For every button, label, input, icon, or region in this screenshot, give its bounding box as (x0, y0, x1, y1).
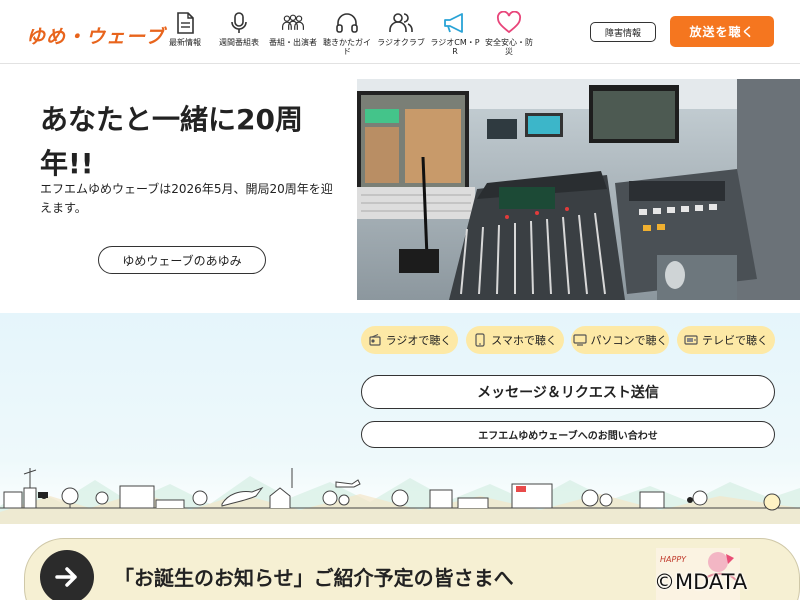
hero-title: あなたと一緒に20周年!! (40, 103, 303, 180)
nav-item-guide[interactable]: 聴きかたガイド (320, 10, 374, 56)
listen-broadcast-button[interactable]: 放送を聴く (670, 16, 774, 47)
hero-description: エフエムゆめウェーブは2026年5月、開局20周年を迎えます。 (40, 182, 333, 215)
monitor-icon (572, 333, 587, 347)
nav-item-cm[interactable]: ラジオCM・PR (428, 10, 482, 56)
nav-item-label: 週間番組表 (219, 38, 259, 47)
nav-item-label: 番組・出演者 (269, 38, 317, 47)
heart-icon (496, 10, 522, 36)
microphone-icon (226, 10, 252, 36)
listen-radio-button[interactable]: ラジオで聴く (361, 326, 458, 354)
studio-photo (357, 79, 800, 300)
banner-thumb-text: HAPPY (660, 555, 687, 564)
nav-item-programs[interactable]: 番組・出演者 (266, 10, 320, 56)
arrow-right-icon[interactable] (40, 550, 94, 600)
accessibility-info-button[interactable]: 障害情報 (590, 22, 656, 42)
listen-tv-button[interactable]: テレビで聴く (677, 326, 775, 354)
pill-label: スマホで聴く (491, 334, 557, 347)
nav-item-safety[interactable]: 安全安心・防災 (482, 10, 536, 56)
nav-item-schedule[interactable]: 週間番組表 (212, 10, 266, 56)
town-illustration (0, 458, 800, 524)
people-icon (280, 10, 306, 36)
banner-title[interactable]: 「お誕生のお知らせ」ご紹介予定の皆さまへ (114, 562, 514, 591)
nav-item-label: 最新情報 (169, 38, 201, 47)
nav-item-news[interactable]: 最新情報 (158, 10, 212, 56)
tv-icon (684, 333, 698, 347)
nav-item-label: 聴きかたガイド (323, 38, 371, 56)
smartphone-icon (473, 333, 487, 347)
headphones-icon (334, 10, 360, 36)
document-icon (172, 10, 198, 36)
site-header: ゆめ・ウェーブ 最新情報 週間番組表 番組・出演者 聴きかたガイド ラジオクラブ… (0, 0, 800, 64)
nav-item-label: ラジオCM・PR (430, 38, 480, 56)
user-group-icon (388, 10, 414, 36)
contact-button[interactable]: エフエムゆめウェーブへのお問い合わせ (361, 421, 775, 448)
message-request-button[interactable]: メッセージ＆リクエスト送信 (361, 375, 775, 409)
pill-label: パソコンで聴く (590, 334, 668, 347)
megaphone-icon (442, 10, 468, 36)
nav-item-label: 安全安心・防災 (485, 38, 533, 56)
main-nav: 最新情報 週間番組表 番組・出演者 聴きかたガイド ラジオクラブ ラジオCM・P… (158, 10, 536, 56)
listen-smartphone-button[interactable]: スマホで聴く (466, 326, 564, 354)
pill-label: テレビで聴く (702, 334, 768, 347)
pill-label: ラジオで聴く (385, 334, 452, 347)
copyright-watermark: ©MDATA (654, 570, 748, 594)
site-logo[interactable]: ゆめ・ウェーブ (26, 22, 165, 49)
nav-item-club[interactable]: ラジオクラブ (374, 10, 428, 56)
radio-icon (368, 333, 382, 347)
nav-item-label: ラジオクラブ (377, 38, 425, 47)
history-button[interactable]: ゆめウェーブのあゆみ (98, 246, 266, 274)
listen-pc-button[interactable]: パソコンで聴く (571, 326, 669, 354)
